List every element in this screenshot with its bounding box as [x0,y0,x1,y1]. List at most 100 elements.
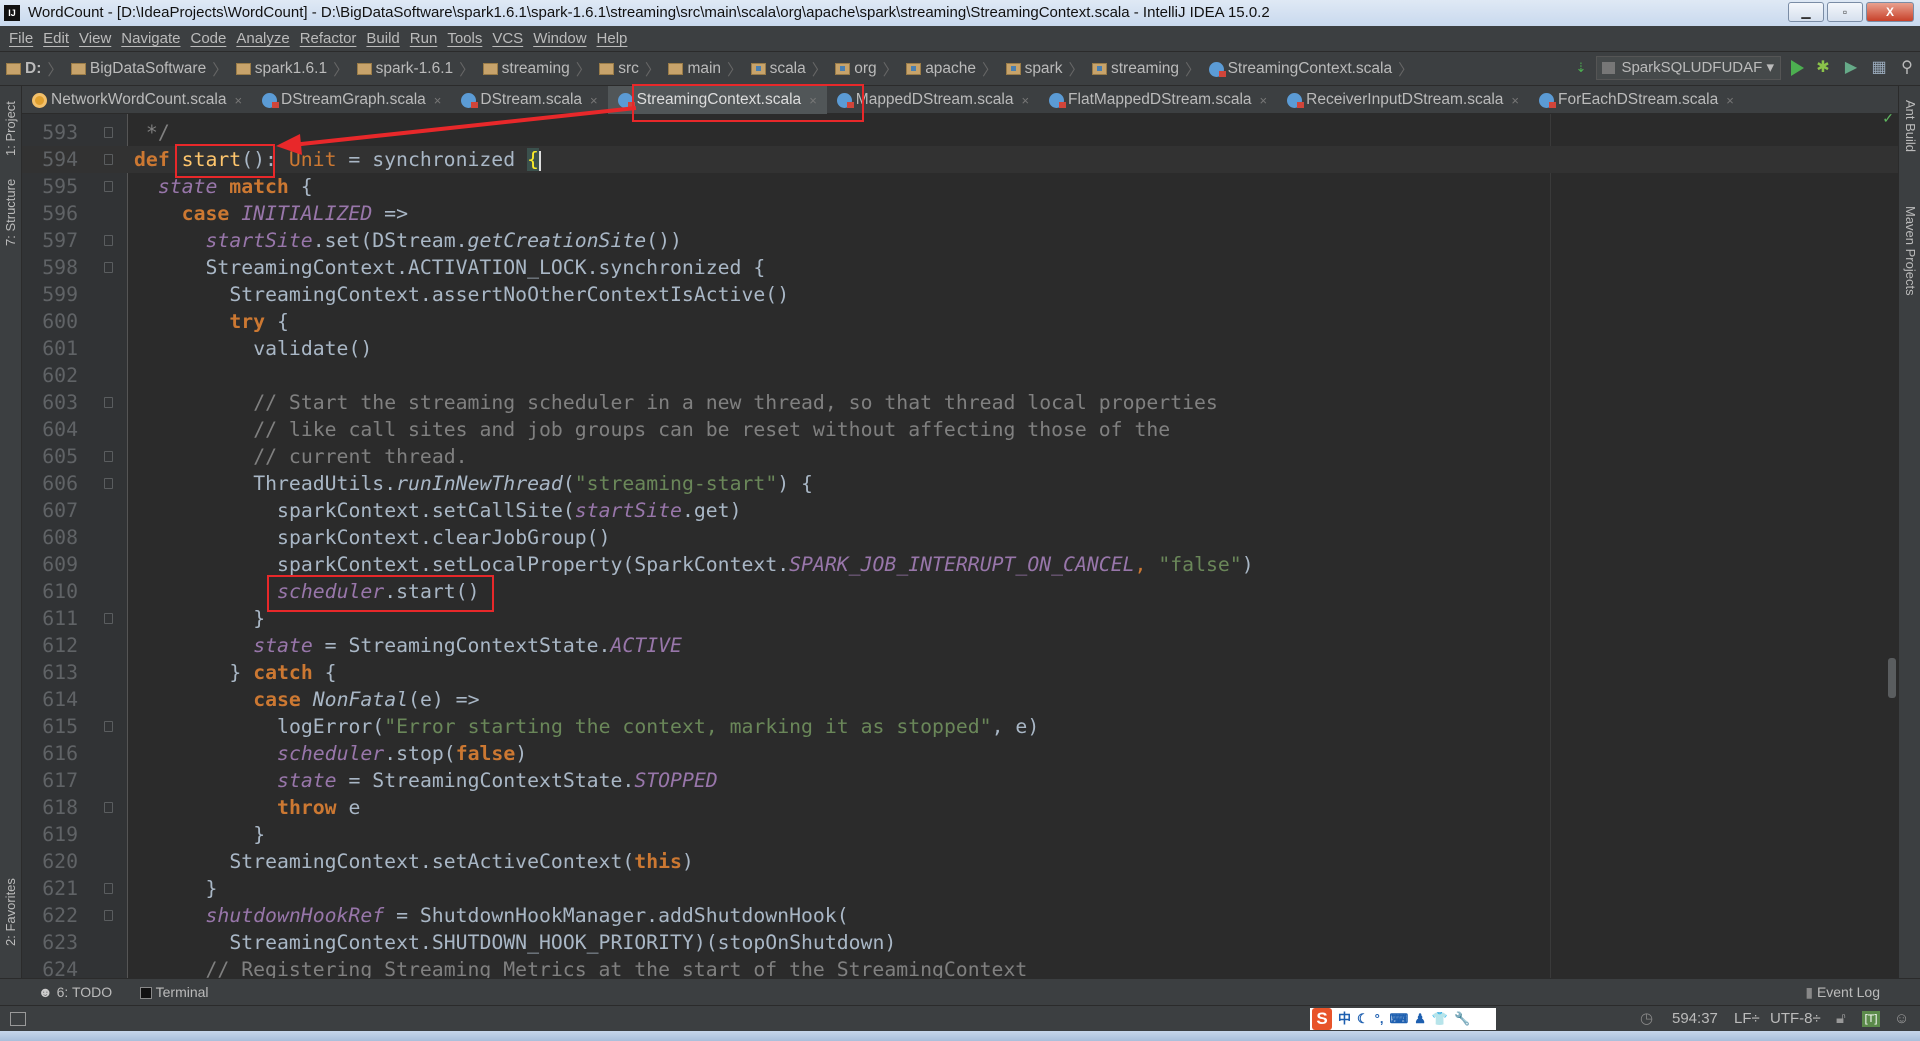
tool-ant-build[interactable]: Ant Build [1903,100,1918,152]
tool-maven-projects[interactable]: Maven Projects [1903,206,1918,296]
tab-dstreamgraph[interactable]: DStreamGraph.scala × [252,86,451,114]
close-tab-icon[interactable]: × [590,93,598,108]
menu-view[interactable]: View [74,26,116,51]
tab-foreachdstream[interactable]: ForEachDStream.scala × [1529,86,1744,114]
tab-dstream[interactable]: DStream.scala × [451,86,607,114]
code-line[interactable]: 596 case INITIALIZED => [22,200,1898,227]
file-encoding[interactable]: UTF-8÷ [1770,1006,1821,1032]
fold-marker-icon[interactable] [104,883,113,894]
code-line[interactable]: 614 case NonFatal(e) => [22,686,1898,713]
code-line[interactable]: 624 // Registering Streaming Metrics at t… [22,956,1898,978]
close-tab-icon[interactable]: × [1511,93,1519,108]
ime-mode[interactable]: 中 [1338,1006,1351,1032]
tab-mappeddstream[interactable]: MappedDStream.scala × [827,86,1039,114]
code-line[interactable]: 623 StreamingContext.SHUTDOWN_HOOK_PRIORI… [22,929,1898,956]
code-line[interactable]: 600 try { [22,308,1898,335]
close-tab-icon[interactable]: × [1726,93,1734,108]
close-tab-icon[interactable]: × [809,93,817,108]
ime-tools-icon[interactable]: 🔧 [1454,1006,1470,1032]
tool-windows-toggle-icon[interactable] [10,1012,26,1026]
menu-refactor[interactable]: Refactor [295,26,362,51]
breadcrumb-item[interactable]: streaming 〉 [482,58,591,80]
close-tab-icon[interactable]: × [234,93,242,108]
code-line[interactable]: 616 scheduler.stop(false) [22,740,1898,767]
fold-marker-icon[interactable] [104,262,113,273]
code-line[interactable]: 617 state = StreamingContextState.STOPPED [22,767,1898,794]
code-line[interactable]: 612 state = StreamingContextState.ACTIVE [22,632,1898,659]
code-line[interactable]: 605 // current thread. [22,443,1898,470]
breadcrumb-item[interactable]: apache 〉 [906,58,998,80]
code-line[interactable]: 601 validate() [22,335,1898,362]
code-line[interactable]: 615 logError("Error starting the context,… [22,713,1898,740]
ime-toolbar[interactable]: S 中 ☾ °, ⌨ ♟ 👕 🔧 [1310,1008,1496,1030]
tool-favorites[interactable]: 2: Favorites [3,878,18,946]
breadcrumb-item[interactable]: spark 〉 [1005,58,1084,80]
close-button[interactable]: X [1866,2,1914,22]
breadcrumb-item[interactable]: streaming 〉 [1091,58,1201,80]
tab-streamingcontext[interactable]: StreamingContext.scala × [607,86,827,114]
ime-punct-icon[interactable]: °, [1375,1006,1384,1032]
breadcrumb-item[interactable]: org 〉 [835,58,898,80]
fold-marker-icon[interactable] [104,235,113,246]
run-configuration-dropdown[interactable]: SparkSQLUDFUDAF ▾ [1596,56,1781,80]
tool-structure[interactable]: 7: Structure [3,179,18,246]
menu-analyze[interactable]: Analyze [231,26,294,51]
lock-icon[interactable]: 🔓︎ [1836,1006,1846,1032]
code-line[interactable]: 606 ThreadUtils.runInNewThread("streaming… [22,470,1898,497]
code-line[interactable]: 610 scheduler.start() [22,578,1898,605]
code-line[interactable]: 595 state match { [22,173,1898,200]
breadcrumb-item[interactable]: scala 〉 [750,58,827,80]
ime-user-icon[interactable]: ♟ [1414,1006,1426,1032]
fold-marker-icon[interactable] [104,181,113,192]
vcs-update-icon[interactable]: ⇣ [1576,60,1587,76]
code-line[interactable]: 593 */ [22,119,1898,146]
terminal-tool-button[interactable]: Terminal [140,979,209,1006]
debug-icon[interactable]: ✱ [1814,59,1832,77]
event-log-button[interactable]: ▮ Event Log [1805,979,1880,1006]
menu-code[interactable]: Code [185,26,231,51]
menu-file[interactable]: File [4,26,38,51]
fold-marker-icon[interactable] [104,397,113,408]
menu-edit[interactable]: Edit [38,26,74,51]
fold-marker-icon[interactable] [104,802,113,813]
breadcrumb-item[interactable]: main 〉 [668,58,743,80]
menu-tools[interactable]: Tools [442,26,487,51]
code-line[interactable]: 611} [22,605,1898,632]
caret-position[interactable]: 594:37 [1672,1006,1718,1032]
code-line[interactable]: 603 // Start the streaming scheduler in a… [22,389,1898,416]
editor-scrollbar[interactable] [1888,658,1896,698]
fold-marker-icon[interactable] [104,127,113,138]
menu-window[interactable]: Window [528,26,591,51]
code-line[interactable]: 622 shutdownHookRef = ShutdownHookManager… [22,902,1898,929]
hector-icon[interactable]: ☺ [1894,1006,1909,1032]
code-line[interactable]: 598 StreamingContext.ACTIVATION_LOCK.sync… [22,254,1898,281]
search-icon[interactable]: ⚲ [1898,59,1916,77]
line-separator[interactable]: LF÷ [1734,1006,1760,1032]
code-line[interactable]: 618 throw e [22,794,1898,821]
close-tab-icon[interactable]: × [1260,93,1268,108]
tool-project[interactable]: 1: Project [3,101,18,156]
tab-receiverinputdstream[interactable]: ReceiverInputDStream.scala × [1277,86,1529,114]
fold-marker-icon[interactable] [104,613,113,624]
ime-moon-icon[interactable]: ☾ [1357,1006,1369,1032]
code-line[interactable]: 620 StreamingContext.setActiveContext(thi… [22,848,1898,875]
menu-run[interactable]: Run [405,26,443,51]
coverage-icon[interactable]: ▶ [1842,59,1860,77]
ime-keyboard-icon[interactable]: ⌨ [1389,1006,1408,1032]
code-line[interactable]: 604 // like call sites and job groups can… [22,416,1898,443]
fold-marker-icon[interactable] [104,721,113,732]
fold-marker-icon[interactable] [104,154,113,165]
code-line[interactable]: 621} [22,875,1898,902]
fold-marker-icon[interactable] [104,451,113,462]
code-line[interactable]: 597 startSite.set(DStream.getCreationSite… [22,227,1898,254]
code-line[interactable]: 594 def start(): Unit = synchronized { [22,146,1898,173]
code-line[interactable]: 599 StreamingContext.assertNoOtherContext… [22,281,1898,308]
close-tab-icon[interactable]: × [434,93,442,108]
breadcrumb-item[interactable]: src 〉 [599,58,660,80]
code-line[interactable]: 608 sparkContext.clearJobGroup() [22,524,1898,551]
insert-mode-icon[interactable]: [T] [1862,1011,1880,1027]
code-line[interactable]: 613} catch { [22,659,1898,686]
breadcrumb-item[interactable]: spark1.6.1 〉 [235,58,349,80]
menu-vcs[interactable]: VCS [487,26,528,51]
todo-tool-button[interactable]: ☻ 6: TODO [38,979,112,1006]
